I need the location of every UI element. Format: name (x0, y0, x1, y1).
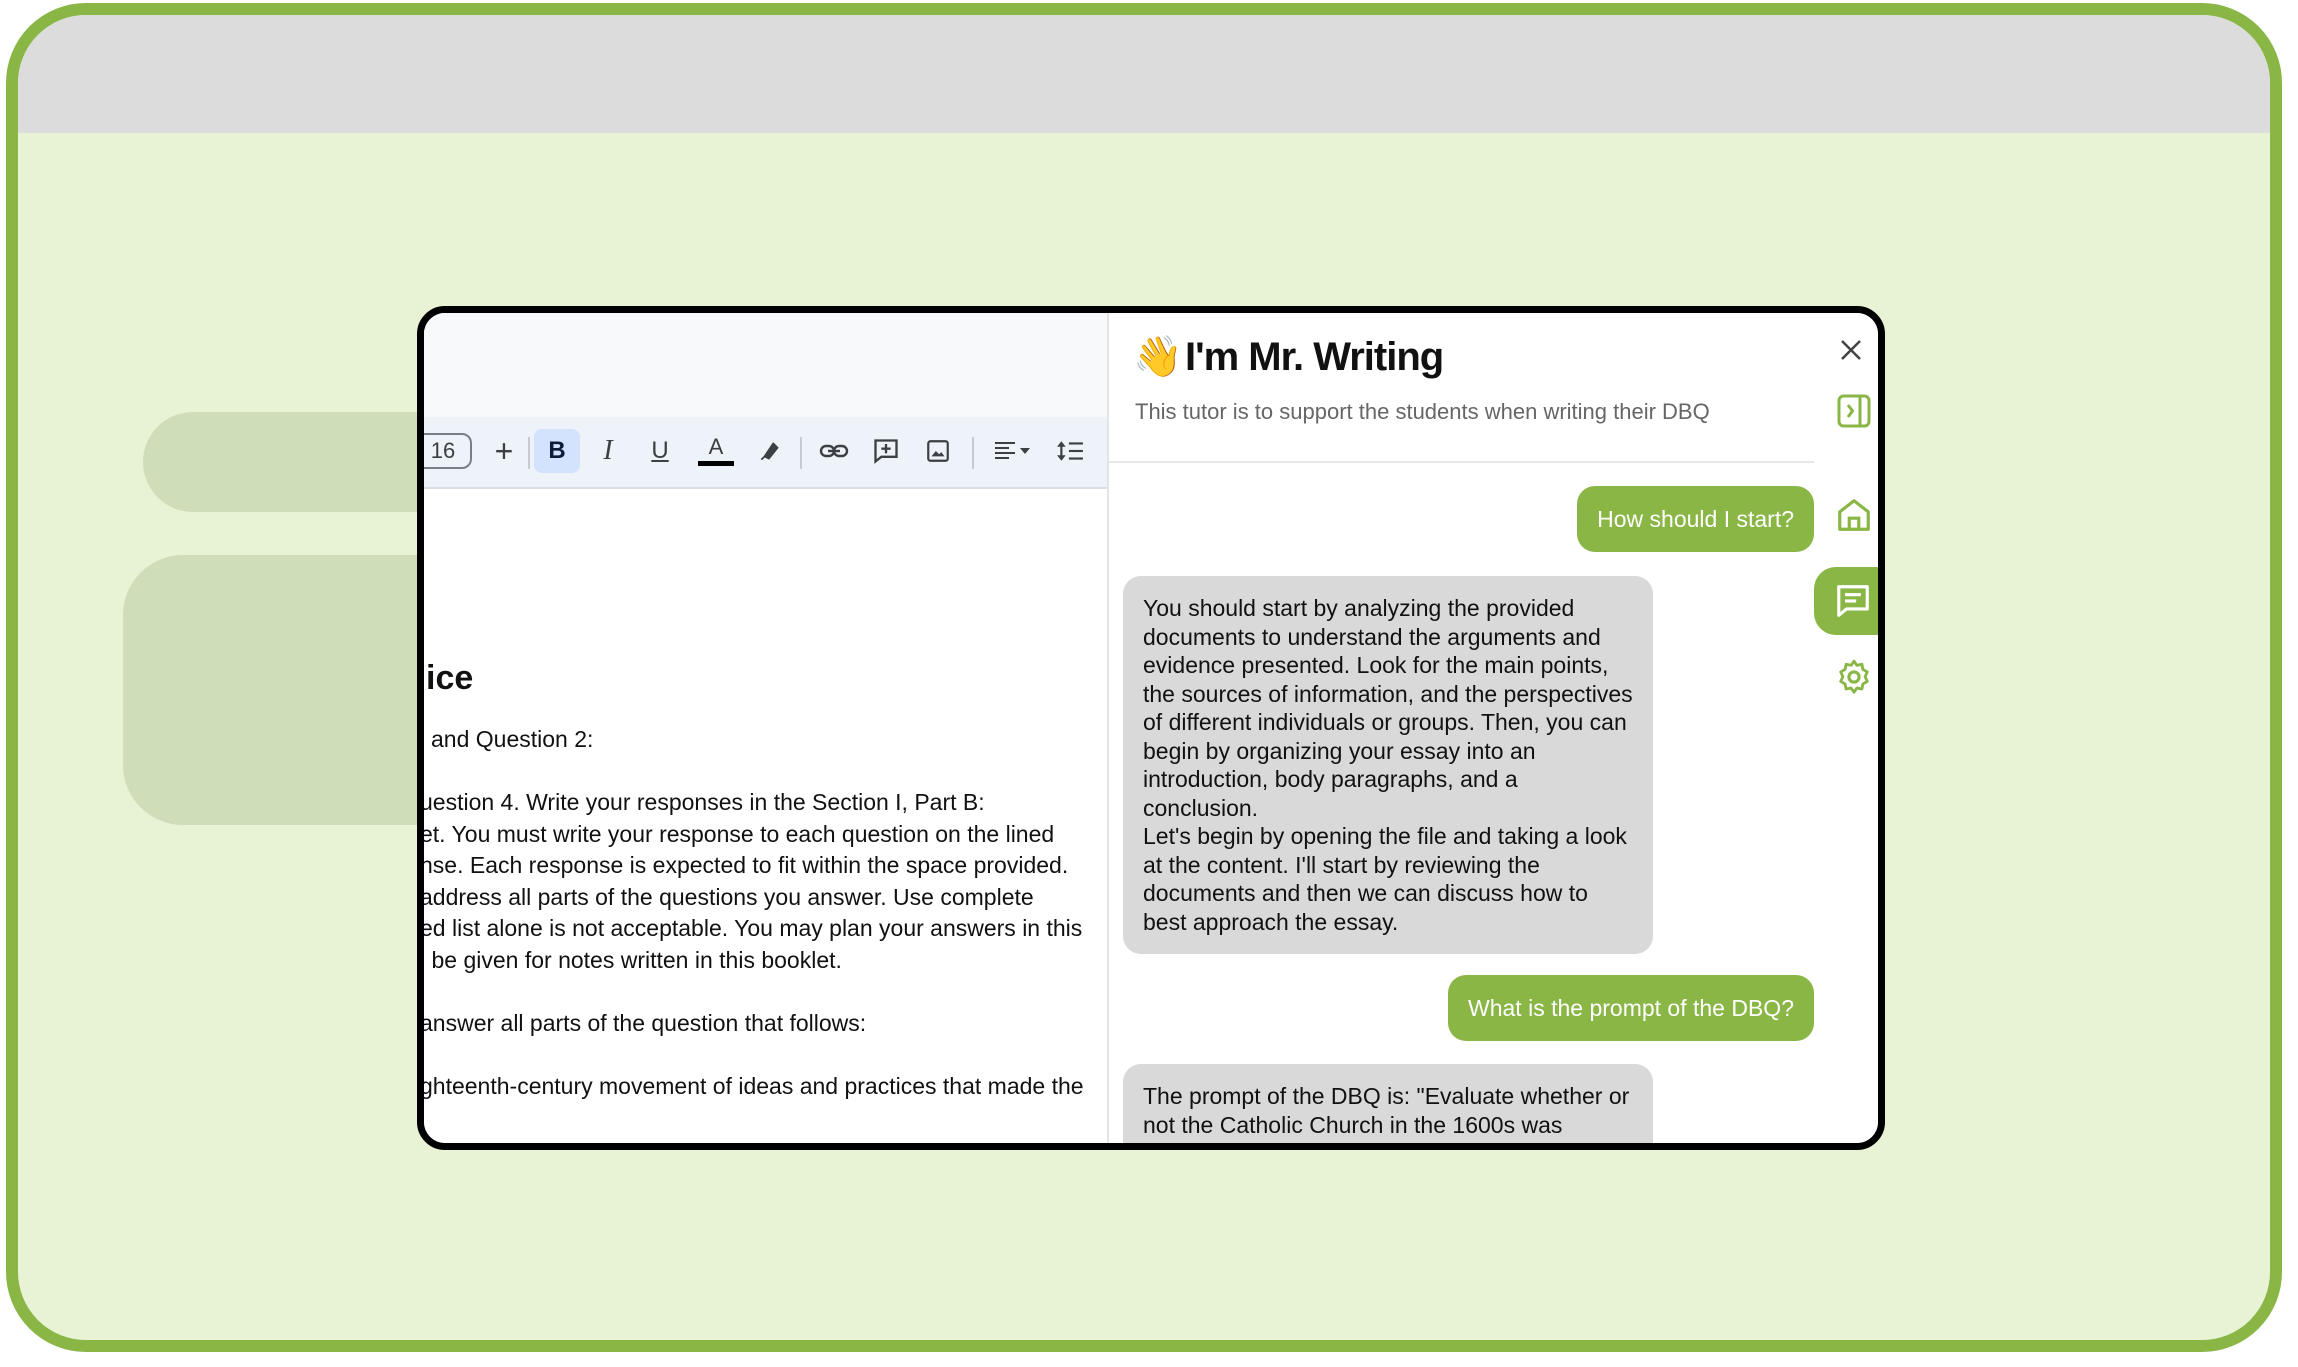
document-line: et. You must write your response to each… (424, 821, 1055, 847)
tutor-chat-panel: 👋 I'm Mr. Writing This tutor is to suppo… (1109, 313, 1878, 1143)
document-pane: 16 + B I U A ice and Question 2: uestion… (424, 313, 1107, 1143)
waving-hand-icon: 👋 (1133, 335, 1183, 379)
highlight-button[interactable] (750, 429, 790, 473)
highlighter-icon (760, 442, 779, 461)
toolbar-divider (528, 437, 530, 469)
chat-subtitle: This tutor is to support the students wh… (1135, 399, 1710, 424)
user-message: How should I start? (1577, 486, 1814, 552)
collapse-panel-button[interactable] (1834, 391, 1874, 431)
tutor-message-paragraph: The prompt of the DBQ is: "Evaluate whet… (1143, 1083, 1630, 1143)
chat-button[interactable] (1814, 567, 1878, 635)
image-icon (927, 440, 949, 462)
document-line: address all parts of the questions you a… (424, 884, 1034, 910)
close-button[interactable] (1836, 335, 1866, 365)
home-button[interactable] (1834, 495, 1874, 535)
underline-button[interactable]: U (640, 429, 680, 473)
comment-icon (874, 439, 898, 464)
close-icon (1841, 340, 1861, 360)
formatting-toolbar: 16 + B I U A (424, 417, 1107, 489)
collapse-panel-icon (1837, 394, 1871, 428)
tutor-message-paragraph: You should start by analyzing the provid… (1143, 595, 1633, 821)
text-color-button[interactable]: A (694, 429, 738, 473)
document-line: l be given for notes written in this boo… (424, 947, 842, 973)
document-line: ed list alone is not acceptable. You may… (424, 915, 1083, 941)
increase-font-size-button[interactable]: + (484, 429, 524, 473)
outer-top-bar (18, 15, 2270, 133)
chat-icon (1837, 585, 1869, 617)
chat-title: I'm Mr. Writing (1185, 335, 1444, 379)
insert-image-button[interactable] (918, 429, 958, 473)
app-window: 16 + B I U A ice and Question 2: uestion… (417, 306, 1885, 1150)
document-body[interactable]: ice and Question 2: uestion 4. Write you… (424, 491, 1107, 1143)
line-spacing-icon (1057, 441, 1083, 461)
document-line: answer all parts of the question that fo… (424, 1010, 867, 1036)
chevron-down-icon (1020, 448, 1030, 454)
text-color-swatch (698, 461, 734, 466)
chat-header: 👋 I'm Mr. Writing This tutor is to suppo… (1109, 313, 1814, 463)
side-rail (1814, 313, 1878, 1143)
settings-icon (1839, 659, 1869, 694)
document-heading: ice (426, 659, 474, 697)
bold-button[interactable]: B (534, 429, 580, 473)
tutor-message-paragraph: Let's begin by opening the file and taki… (1143, 823, 1627, 935)
document-line: uestion 4. Write your responses in the S… (424, 789, 985, 815)
tutor-message: The prompt of the DBQ is: "Evaluate whet… (1123, 1064, 1653, 1143)
document-top-area (424, 313, 1107, 417)
italic-button[interactable]: I (588, 429, 628, 473)
add-comment-button[interactable] (866, 429, 906, 473)
user-message: What is the prompt of the DBQ? (1448, 975, 1814, 1041)
settings-button[interactable] (1834, 657, 1874, 697)
align-dropdown[interactable] (984, 429, 1040, 473)
text-color-icon: A (708, 434, 724, 459)
toolbar-divider (800, 437, 802, 469)
document-line: and Question 2: (431, 726, 594, 752)
align-left-icon (995, 442, 1015, 459)
link-icon (819, 444, 849, 458)
font-size-input[interactable]: 16 (424, 433, 472, 469)
insert-link-button[interactable] (812, 429, 856, 473)
tutor-message: You should start by analyzing the provid… (1123, 576, 1653, 954)
toolbar-divider (972, 437, 974, 469)
home-icon (1838, 499, 1870, 531)
document-line: ghteenth-century movement of ideas and p… (424, 1073, 1084, 1099)
document-line: nse. Each response is expected to fit wi… (424, 852, 1069, 878)
line-spacing-button[interactable] (1048, 429, 1092, 473)
